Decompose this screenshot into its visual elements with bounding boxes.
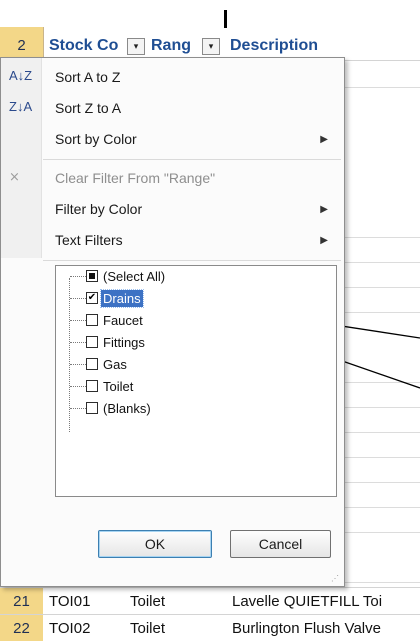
list-item-faucet[interactable]: Faucet [56, 312, 256, 330]
ok-button[interactable]: OK [98, 530, 212, 558]
list-item-label: Gas [103, 357, 127, 372]
submenu-arrow-icon: ▶ [320, 204, 328, 215]
faucet-checkbox[interactable] [86, 314, 98, 326]
list-item-label: (Select All) [103, 269, 166, 284]
submenu-arrow-icon: ▶ [320, 235, 328, 246]
list-item-blanks[interactable]: (Blanks) [56, 400, 256, 418]
toilet-checkbox[interactable] [86, 380, 98, 392]
filter-by-color-item[interactable]: Filter by Color ▶ [1, 194, 344, 225]
sort-z-to-a-item[interactable]: Z↓A Sort Z to A [1, 93, 344, 124]
clear-filter-icon: ⨯ [9, 169, 20, 184]
submenu-arrow-icon: ▶ [320, 134, 328, 145]
gas-checkbox[interactable] [86, 358, 98, 370]
text-filters-label: Text Filters [55, 232, 123, 248]
sort-a-to-z-item[interactable]: A↓Z Sort A to Z [1, 62, 344, 93]
sort-z-to-a-label: Sort Z to A [55, 100, 122, 116]
list-item-drains[interactable]: ✔ Drains [56, 289, 256, 308]
menu-separator [43, 159, 341, 160]
sort-by-color-label: Sort by Color [55, 131, 137, 147]
resize-grip-icon[interactable]: ⋰ [331, 574, 343, 584]
list-item-label: Faucet [103, 313, 143, 328]
clear-filter-label: Clear Filter From "Range" [55, 170, 216, 186]
sort-ascending-icon: A↓Z [9, 68, 33, 83]
fittings-checkbox[interactable] [86, 336, 98, 348]
text-filters-item[interactable]: Text Filters ▶ [1, 225, 344, 256]
list-item-label: (Blanks) [103, 401, 151, 416]
list-item-label: Fittings [103, 335, 145, 350]
list-item-select-all[interactable]: (Select All) [56, 268, 256, 286]
clear-filter-item: ⨯ Clear Filter From "Range" [1, 163, 344, 194]
list-item-fittings[interactable]: Fittings [56, 334, 256, 352]
select-all-checkbox[interactable] [86, 270, 98, 282]
list-item-gas[interactable]: Gas [56, 356, 256, 374]
drains-checkbox[interactable]: ✔ [86, 292, 98, 304]
filter-values-list[interactable]: (Select All) ✔ Drains Faucet Fittings Ga… [55, 265, 337, 497]
menu-separator [43, 260, 341, 261]
sort-by-color-item[interactable]: Sort by Color ▶ [1, 124, 344, 155]
filter-by-color-label: Filter by Color [55, 201, 143, 217]
sort-a-to-z-label: Sort A to Z [55, 69, 121, 85]
list-item-label: Toilet [103, 379, 134, 394]
cancel-button[interactable]: Cancel [230, 530, 331, 558]
list-item-label: Drains [100, 289, 144, 308]
blanks-checkbox[interactable] [86, 402, 98, 414]
sort-descending-icon: Z↓A [9, 99, 33, 114]
autofilter-dropdown: A↓Z Sort A to Z Z↓A Sort Z to A Sort by … [0, 57, 345, 587]
list-item-toilet[interactable]: Toilet [56, 378, 256, 396]
